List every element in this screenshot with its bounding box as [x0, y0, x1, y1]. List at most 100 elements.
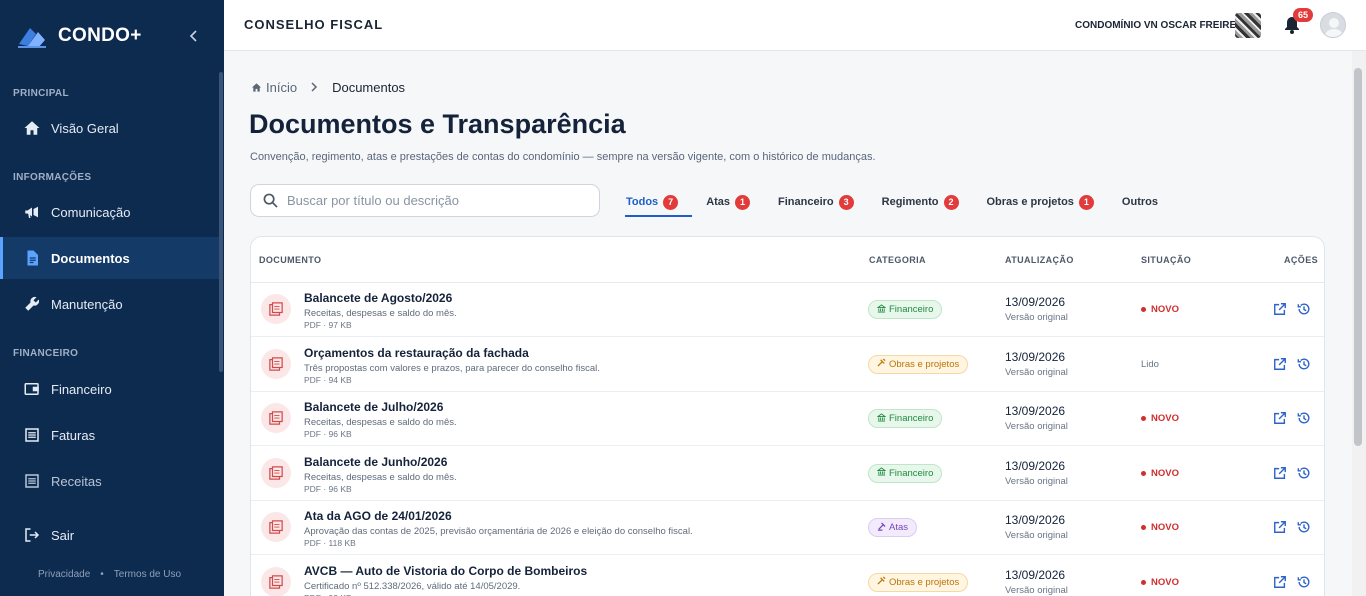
search-box[interactable] — [250, 184, 600, 217]
sidebar-item-faturas[interactable]: Faturas — [0, 414, 220, 456]
table-row[interactable]: Balancete de Junho/2026 Receitas, despes… — [251, 447, 1324, 501]
tab-outros[interactable]: Outros — [1108, 188, 1172, 216]
sidebar-item-visao-geral[interactable]: Visão Geral — [0, 107, 220, 149]
history-button[interactable] — [1297, 520, 1313, 536]
status-badge: Lido — [1141, 359, 1159, 370]
tab-count-badge: 2 — [943, 194, 959, 210]
collapse-sidebar-button[interactable] — [189, 29, 199, 45]
tab-todos[interactable]: Todos 7 — [612, 188, 693, 217]
section-informacoes: INFORMAÇÕES — [13, 172, 92, 183]
history-button[interactable] — [1297, 411, 1313, 427]
brand-name: CONDO+ — [58, 25, 142, 46]
document-title[interactable]: Balancete de Julho/2026 — [304, 400, 443, 414]
status-badge: NOVO — [1141, 413, 1179, 424]
category-label: Obras e projetos — [889, 576, 960, 588]
privacy-link[interactable]: Privacidade — [38, 569, 90, 580]
history-icon — [1297, 357, 1310, 369]
document-description: Receitas, despesas e saldo do mês. — [304, 417, 457, 428]
document-file-info: PDF · 96 KB — [304, 429, 352, 439]
terms-link[interactable]: Termos de Uso — [114, 569, 181, 580]
chevron-left-icon — [189, 30, 197, 42]
tab-label: Financeiro — [778, 196, 834, 208]
document-title[interactable]: AVCB — Auto de Vistoria do Corpo de Bomb… — [304, 564, 587, 578]
tab-atas[interactable]: Atas 1 — [692, 188, 764, 216]
category-tabs: Todos 7 Atas 1 Financeiro 3 Regimento 2 … — [612, 188, 1172, 218]
sidebar-item-label: Faturas — [51, 427, 96, 443]
search-input[interactable] — [287, 193, 577, 208]
status-dot — [1141, 579, 1146, 585]
breadcrumb-current: Documentos — [332, 80, 406, 95]
document-file-info: PDF · 94 KB — [304, 374, 352, 385]
sidebar-item-comunicacao[interactable]: Comunicação — [0, 191, 220, 233]
sidebar-scrollbar[interactable] — [219, 72, 223, 372]
logout-button[interactable]: Sair — [0, 514, 220, 556]
status-badge: NOVO — [1141, 577, 1179, 588]
brand[interactable]: CONDO+ — [16, 22, 142, 50]
category-label: Financeiro — [889, 413, 934, 424]
open-document-button[interactable] — [1273, 411, 1289, 427]
table-row[interactable]: Balancete de Agosto/2026 Receitas, despe… — [251, 283, 1324, 337]
table-row[interactable]: AVCB — Auto de Vistoria do Corpo de Bomb… — [251, 556, 1324, 596]
tab-financeiro[interactable]: Financeiro 3 — [764, 188, 868, 216]
history-button[interactable] — [1297, 302, 1313, 318]
page-title: Documentos e Transparência — [249, 109, 626, 139]
category-badge: Financeiro — [868, 409, 943, 428]
open-document-button[interactable] — [1273, 575, 1289, 591]
tab-regimento[interactable]: Regimento 2 — [868, 188, 973, 216]
section-principal: PRINCIPAL — [13, 88, 69, 99]
document-file-info: PDF · 96 KB — [304, 483, 352, 494]
tab-count-badge: 7 — [663, 194, 679, 210]
open-document-button[interactable] — [1273, 302, 1289, 318]
column-header-acoes: AÇÕES — [1284, 255, 1319, 265]
version-label: Versão original — [1005, 366, 1068, 378]
open-document-button[interactable] — [1273, 357, 1289, 373]
user-avatar[interactable] — [1320, 12, 1346, 38]
condo-name[interactable]: CONDOMÍNIO VN OSCAR FREIRE — [1075, 20, 1236, 31]
open-document-button[interactable] — [1273, 466, 1289, 482]
version-label: Versão original — [1005, 584, 1068, 596]
sidebar-item-label: Receitas — [51, 473, 102, 489]
condo-avatar[interactable] — [1235, 13, 1261, 38]
sidebar-item-label: Documentos — [51, 250, 130, 266]
page-scrollbar[interactable] — [1354, 68, 1362, 446]
home-icon — [251, 83, 262, 92]
document-description: Receitas, despesas e saldo do mês. — [304, 471, 457, 483]
document-title[interactable]: Ata da AGO de 24/01/2026 — [304, 509, 452, 523]
status-label: NOVO — [1151, 413, 1179, 424]
table-row[interactable]: Balancete de Julho/2026 Receitas, despes… — [251, 392, 1324, 446]
history-button[interactable] — [1297, 357, 1313, 373]
document-title[interactable]: Balancete de Junho/2026 — [304, 455, 447, 469]
update-date: 13/09/2026 — [1005, 513, 1066, 527]
tab-obras-e-projetos[interactable]: Obras e projetos 1 — [973, 188, 1108, 216]
sidebar: CONDO+ PRINCIPAL Visão Geral INFORMAÇÕES… — [0, 0, 224, 596]
breadcrumb-home-link[interactable]: Início — [266, 80, 297, 95]
category-badge: Obras e projetos — [868, 572, 969, 592]
external-link-icon — [1274, 357, 1286, 370]
update-date: 13/09/2026 — [1005, 404, 1066, 418]
open-document-button[interactable] — [1273, 520, 1289, 536]
search-icon — [263, 193, 278, 208]
footer-separator: • — [100, 569, 104, 580]
category-badge: Financeiro — [868, 300, 943, 319]
status-label: NOVO — [1151, 467, 1179, 479]
table-row[interactable]: Ata da AGO de 24/01/2026 Aprovação das c… — [251, 501, 1324, 555]
sidebar-item-label: Financeiro — [51, 381, 112, 397]
table-row[interactable]: Orçamentos da restauração da fachada Trê… — [251, 338, 1324, 392]
sidebar-item-documentos[interactable]: Documentos — [0, 237, 220, 279]
notification-count-badge: 65 — [1293, 8, 1314, 22]
history-button[interactable] — [1297, 575, 1313, 591]
logout-icon — [25, 528, 40, 542]
external-link-icon — [1274, 521, 1286, 533]
category-icon — [876, 303, 887, 316]
invoice-icon — [25, 428, 39, 442]
column-header-documento: DOCUMENTO — [259, 255, 322, 265]
document-title[interactable]: Balancete de Agosto/2026 — [304, 291, 452, 305]
sidebar-item-receitas[interactable]: Receitas — [0, 460, 220, 502]
tab-count-badge: 1 — [735, 194, 751, 210]
sidebar-item-financeiro[interactable]: Financeiro — [0, 368, 220, 410]
sidebar-item-manutencao[interactable]: Manutenção — [0, 283, 220, 325]
status-label: Lido — [1141, 358, 1159, 370]
category-label: Financeiro — [889, 304, 934, 315]
document-title[interactable]: Orçamentos da restauração da fachada — [304, 346, 529, 360]
history-button[interactable] — [1297, 466, 1313, 482]
